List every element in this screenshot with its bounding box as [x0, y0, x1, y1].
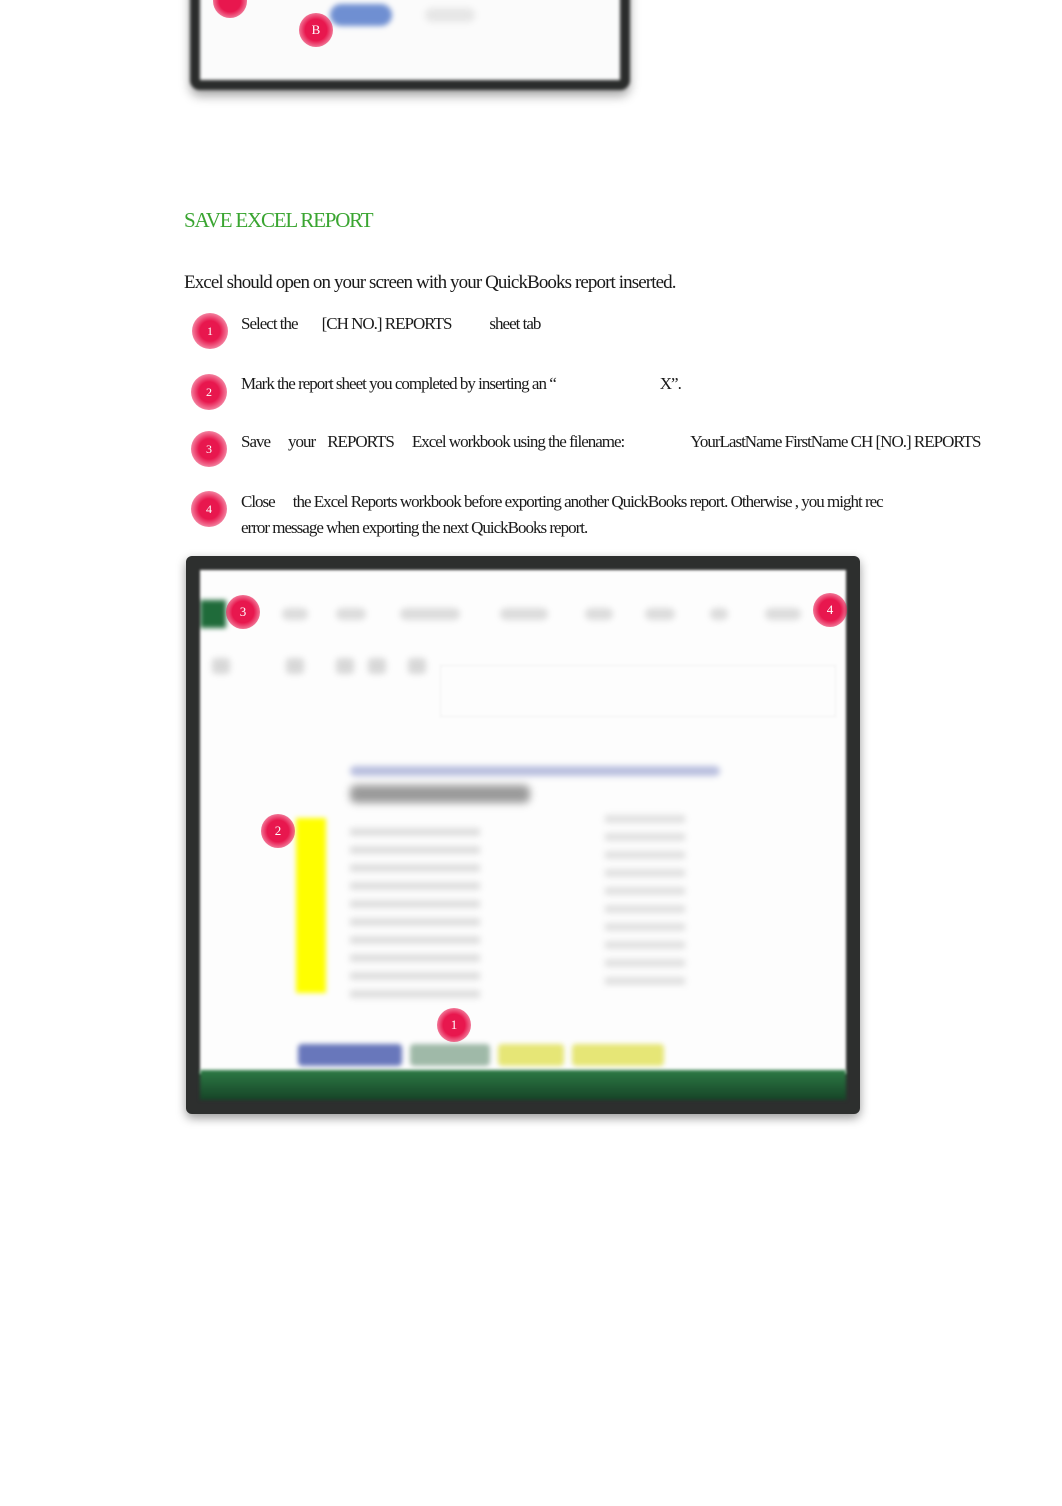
filename-text: YourLastName FirstName CH [NO.] REPORTS	[690, 432, 981, 451]
intro-paragraph: Excel should open on your screen with yo…	[184, 272, 676, 293]
step-text-part: Excel workbook using the filename:	[411, 432, 625, 451]
ribbon-tab	[765, 608, 801, 620]
sheet-tab-yellow[interactable]	[498, 1044, 564, 1066]
step-text: Save your REPORTS Excel workbook using the …	[241, 432, 982, 452]
sheet-tab-reports[interactable]	[410, 1044, 490, 1066]
ribbon-tab	[282, 608, 308, 620]
callout-marker-4: 4	[813, 593, 847, 627]
report-title-link	[350, 766, 720, 776]
step-number-badge: 2	[191, 374, 227, 410]
callout-marker-3: 3	[226, 595, 260, 629]
ribbon-tab	[400, 608, 460, 620]
ribbon-tab	[585, 608, 613, 620]
report-sheet-title	[350, 785, 530, 803]
step-text-part: your	[288, 432, 316, 451]
callout-marker-b: B	[299, 13, 333, 47]
ribbon-tab	[336, 608, 366, 620]
completed-mark-column	[296, 818, 326, 993]
step-text-part: sheet tab	[489, 314, 541, 333]
step-number-badge: 3	[191, 431, 227, 467]
step-text-part: the Excel Reports workbook before export…	[292, 492, 884, 511]
top-screenshot-fragment	[190, 0, 630, 90]
report-list-status	[605, 815, 685, 995]
callout-marker-1: 1	[437, 1008, 471, 1042]
step-number-badge: 4	[191, 491, 227, 527]
formula-area	[440, 665, 836, 717]
toolbar-button	[212, 658, 230, 674]
excel-window	[200, 570, 846, 1074]
toolbar-button	[408, 658, 426, 674]
sheet-tabs	[200, 1040, 846, 1070]
ribbon-tab	[500, 608, 548, 620]
excel-status-bar	[200, 1070, 846, 1100]
secondary-button	[425, 8, 475, 22]
step-text-part: Mark the report sheet you completed by i…	[241, 374, 557, 393]
report-list-names	[350, 828, 480, 998]
callout-marker-2: 2	[261, 814, 295, 848]
toolbar-button	[286, 658, 304, 674]
toolbar-button	[336, 658, 354, 674]
toolbar-button	[368, 658, 386, 674]
step-text-part: Select the	[241, 314, 299, 333]
ribbon-tabs	[200, 600, 846, 630]
sheet-tab-name: [CH NO.] REPORTS	[321, 314, 453, 333]
step-text-part: Close	[241, 492, 276, 511]
step-text-line-2: error message when exporting the next Qu…	[241, 518, 588, 537]
step-text-part: Save	[241, 432, 271, 451]
sheet-tab-blue[interactable]	[298, 1044, 402, 1066]
ribbon-tab	[645, 608, 675, 620]
step-number-badge: 1	[192, 313, 228, 349]
highlighted-button	[330, 4, 392, 26]
step-text-part: REPORTS	[327, 432, 395, 451]
sheet-tab-yellow[interactable]	[572, 1044, 664, 1066]
ribbon-tab	[710, 608, 728, 620]
step-text: Mark the report sheet you completed by i…	[241, 374, 682, 394]
step-text-part: X”.	[659, 374, 682, 393]
step-text: Close the Excel Reports workbook before e…	[241, 492, 884, 512]
step-text: Select the [CH NO.] REPORTS sheet tab	[241, 314, 541, 334]
excel-screenshot: 3 4 2 1	[186, 556, 860, 1114]
section-heading: SAVE EXCEL REPORT	[184, 208, 374, 232]
